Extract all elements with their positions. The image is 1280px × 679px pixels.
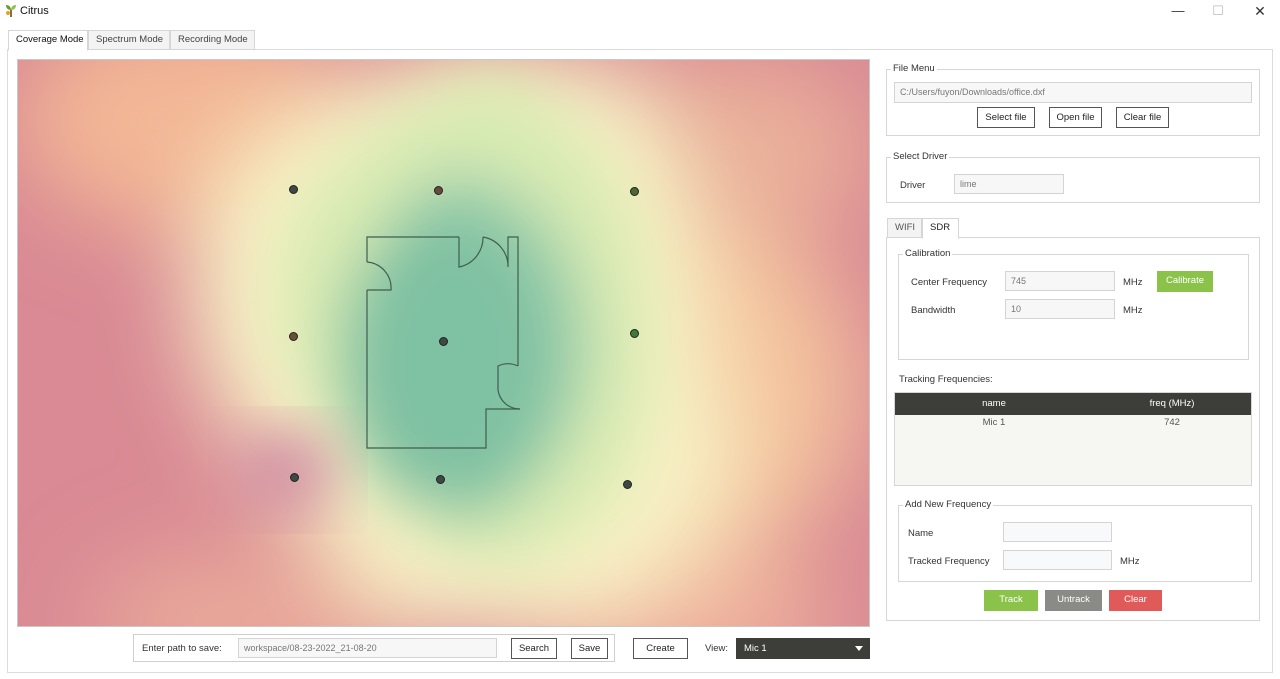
calibrate-button[interactable]: Calibrate: [1157, 271, 1213, 292]
name-input[interactable]: [1003, 522, 1112, 542]
tab-coverage-mode[interactable]: Coverage Mode: [8, 30, 88, 51]
tracked-frequency-unit: MHz: [1120, 556, 1140, 567]
driver-input[interactable]: lime: [954, 174, 1064, 194]
view-selected-value: Mic 1: [744, 643, 767, 654]
tab-wifi[interactable]: WIFI: [887, 218, 922, 238]
clear-file-button[interactable]: Clear file: [1116, 107, 1169, 128]
tracking-table: name freq (MHz) Mic 1 742: [894, 392, 1252, 486]
tab-spectrum-mode[interactable]: Spectrum Mode: [88, 30, 170, 50]
minimize-button[interactable]: —: [1158, 0, 1198, 24]
row-freq-cell: 742: [1164, 417, 1180, 428]
tracked-frequency-input[interactable]: [1003, 550, 1112, 570]
window-title: Citrus: [20, 5, 49, 17]
file-menu-title: File Menu: [891, 63, 937, 74]
row-name-cell: Mic 1: [982, 417, 1006, 428]
bandwidth-label: Bandwidth: [911, 305, 956, 316]
tab-recording-mode[interactable]: Recording Mode: [170, 30, 255, 50]
calibration-title: Calibration: [903, 248, 953, 259]
center-frequency-unit: MHz: [1123, 277, 1143, 288]
path-label: Enter path to save:: [142, 643, 222, 654]
sensor-dot[interactable]: [630, 187, 639, 196]
create-button[interactable]: Create: [633, 638, 688, 659]
sensor-dot[interactable]: [289, 332, 298, 341]
center-frequency-label: Center Frequency: [911, 277, 988, 288]
clear-button[interactable]: Clear: [1109, 590, 1162, 611]
search-button[interactable]: Search: [511, 638, 557, 659]
add-frequency-title: Add New Frequency: [903, 499, 994, 510]
file-path-field[interactable]: C:/Users/fuyon/Downloads/office.dxf: [894, 82, 1252, 103]
bandwidth-input[interactable]: 10: [1005, 299, 1115, 319]
close-button[interactable]: ✕: [1240, 0, 1280, 24]
add-frequency-group: Add New Frequency: [898, 499, 1252, 582]
chevron-down-icon: [855, 646, 863, 651]
coverage-heatmap[interactable]: [17, 59, 870, 627]
view-label: View:: [705, 643, 729, 654]
select-driver-group: Select Driver: [886, 151, 1260, 203]
maximize-button[interactable]: ☐: [1198, 0, 1238, 24]
bandwidth-unit: MHz: [1123, 305, 1143, 316]
name-label: Name: [908, 528, 934, 539]
sensor-dot[interactable]: [439, 337, 448, 346]
sensor-dot[interactable]: [630, 329, 639, 338]
sensor-dot[interactable]: [436, 475, 445, 484]
column-header-name[interactable]: name: [895, 393, 1093, 415]
open-file-button[interactable]: Open file: [1049, 107, 1102, 128]
driver-label: Driver: [900, 180, 926, 191]
select-file-button[interactable]: Select file: [977, 107, 1035, 128]
center-frequency-input[interactable]: 745: [1005, 271, 1115, 291]
save-button[interactable]: Save: [571, 638, 608, 659]
view-dropdown[interactable]: Mic 1: [736, 638, 870, 659]
tracked-frequency-label: Tracked Frequency: [908, 556, 990, 567]
untrack-button[interactable]: Untrack: [1045, 590, 1102, 611]
sensor-dot[interactable]: [290, 473, 299, 482]
table-header: name freq (MHz): [895, 393, 1251, 415]
column-header-freq[interactable]: freq (MHz): [1093, 393, 1251, 415]
citrus-app-icon: [6, 5, 16, 17]
select-driver-title: Select Driver: [891, 151, 950, 162]
title-bar: Citrus — ☐ ✕: [0, 0, 1280, 24]
sensor-dot[interactable]: [623, 480, 632, 489]
table-row[interactable]: Mic 1 742: [895, 415, 1251, 431]
tab-sdr[interactable]: SDR: [922, 218, 959, 239]
save-path-input[interactable]: workspace/08-23-2022_21-08-20: [238, 638, 497, 658]
sensor-dot[interactable]: [289, 185, 298, 194]
sensor-dot[interactable]: [434, 186, 443, 195]
tracking-frequencies-title: Tracking Frequencies:: [899, 374, 993, 385]
track-button[interactable]: Track: [984, 590, 1038, 611]
